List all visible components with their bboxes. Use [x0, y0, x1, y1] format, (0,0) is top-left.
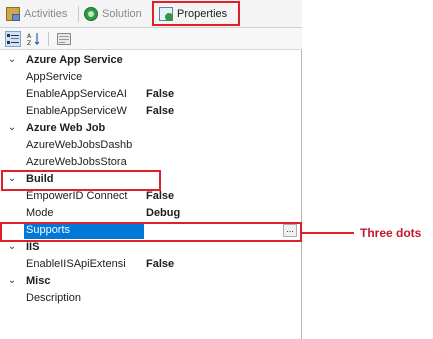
toolbar-separator [48, 32, 49, 46]
chevron-down-icon[interactable]: ⌄ [7, 123, 17, 133]
property-name: AzureWebJobsStora [26, 156, 127, 168]
property-name: AppService [26, 71, 83, 83]
property-row-enableappservice-w[interactable]: EnableAppServiceW False [0, 103, 302, 120]
build-category-highlight [1, 170, 161, 191]
alphabetical-button[interactable]: A Z [26, 31, 42, 47]
category-azure-web-job[interactable]: ⌄ Azure Web Job [0, 120, 302, 137]
chevron-down-icon[interactable]: ⌄ [7, 242, 17, 252]
category-label: Misc [26, 275, 51, 287]
property-name: Mode [26, 207, 54, 219]
chevron-down-icon[interactable]: ⌄ [7, 55, 17, 65]
property-row-description[interactable]: Description [0, 290, 302, 307]
property-value[interactable]: False [146, 188, 296, 205]
properties-tab-highlight [152, 1, 240, 26]
property-pages-button[interactable] [56, 31, 72, 47]
property-name: AzureWebJobsDashb [26, 139, 133, 151]
tab-activities[interactable]: Activities [6, 4, 67, 24]
category-misc[interactable]: ⌄ Misc [0, 273, 302, 290]
svg-text:A: A [27, 33, 32, 40]
property-value[interactable] [146, 69, 296, 86]
sort-alphabetical-icon: A Z [27, 33, 40, 46]
property-row-webjobs-dashboard[interactable]: AzureWebJobsDashb [0, 137, 302, 154]
tab-separator [78, 6, 79, 22]
tab-activities-label: Activities [24, 8, 68, 20]
svg-text:Z: Z [27, 40, 31, 46]
category-azure-app-service[interactable]: ⌄ Azure App Service [0, 52, 302, 69]
category-label: Azure App Service [26, 54, 123, 66]
property-toolbar: A Z [0, 28, 302, 50]
property-row-webjobs-storage[interactable]: AzureWebJobsStora [0, 154, 302, 171]
supports-row-highlight [0, 222, 302, 242]
property-value[interactable]: False [146, 86, 296, 103]
activities-icon [6, 7, 20, 21]
property-name: EnableIISApiExtensi [26, 258, 126, 270]
property-name: Description [26, 292, 82, 304]
property-value[interactable]: Debug [146, 205, 296, 222]
tab-strip: Activities Solution Properties [0, 0, 302, 28]
tab-solution-label: Solution [102, 8, 142, 20]
property-name: EnableAppServiceW [26, 105, 127, 117]
property-row-enableappservice-a[interactable]: EnableAppServiceAI False [0, 86, 302, 103]
chevron-down-icon[interactable]: ⌄ [7, 276, 17, 286]
property-value[interactable] [146, 137, 296, 154]
property-value[interactable]: False [146, 103, 296, 120]
solution-icon [84, 7, 98, 21]
property-row-enableiisapi[interactable]: EnableIISApiExtensi False [0, 256, 302, 273]
property-name: EnableAppServiceAI [26, 88, 127, 100]
property-row-mode[interactable]: Mode Debug [0, 205, 302, 222]
property-value[interactable] [146, 154, 296, 171]
callout-line [302, 232, 354, 234]
category-label: Azure Web Job [26, 122, 106, 134]
three-dots-callout: Three dots [360, 226, 422, 240]
property-value[interactable]: False [146, 256, 296, 273]
property-row-appservice[interactable]: AppService [0, 69, 302, 86]
property-value[interactable] [146, 290, 296, 307]
property-pages-icon [57, 33, 71, 45]
tab-solution[interactable]: Solution [84, 4, 142, 24]
categorized-icon [7, 34, 19, 44]
categorized-button[interactable] [5, 31, 21, 47]
